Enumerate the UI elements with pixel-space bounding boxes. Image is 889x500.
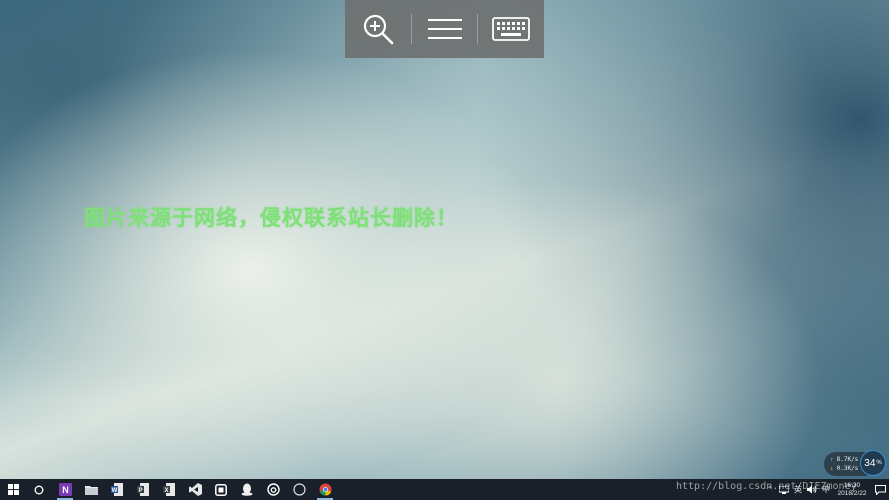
svg-text:W: W <box>112 488 118 494</box>
tray-ime-button[interactable]: 中 <box>819 479 833 500</box>
input-method-label: 英 <box>794 485 802 494</box>
taskbar-app[interactable] <box>208 479 234 500</box>
ime-icon: 中 <box>822 485 830 494</box>
taskbar: N W P X http://blog.csdn.net/DIEZmoney ⌃… <box>0 479 889 500</box>
download-speed: 0.3K/s <box>836 465 859 472</box>
taskbar-doc-2[interactable]: X <box>156 479 182 500</box>
tray-network-button[interactable] <box>777 479 791 500</box>
keyboard-icon <box>492 17 531 41</box>
windows-start-icon <box>7 484 19 495</box>
tray-volume-button[interactable] <box>805 479 819 500</box>
svg-text:P: P <box>138 488 142 494</box>
zoom-in-button[interactable] <box>345 0 411 58</box>
clock-date: 2018/2/22 <box>837 489 867 497</box>
memory-usage-percent: 34 <box>864 457 876 469</box>
top-toolbar <box>345 0 544 58</box>
taskbar-file-explorer[interactable] <box>78 479 104 500</box>
visual-studio-icon <box>188 483 202 496</box>
memory-usage-unit: % <box>876 460 882 466</box>
chevron-up-icon: ⌃ <box>766 485 774 494</box>
download-arrow-icon: ↓ <box>830 465 834 472</box>
upload-speed: 8.7K/s <box>836 456 859 463</box>
tray-expand-button[interactable]: ⌃ <box>763 479 777 500</box>
tray-input-method[interactable]: 英 <box>791 479 805 500</box>
qq-icon <box>241 483 253 496</box>
circle-app-icon <box>292 483 306 496</box>
download-speed-row: ↓ 0.3K/s <box>830 465 858 472</box>
taskbar-clock[interactable]: 16:30 2018/2/22 <box>833 482 871 498</box>
svg-text:N: N <box>62 485 69 495</box>
doc-icon-2: X <box>163 483 175 496</box>
doc-icon: P <box>137 483 149 496</box>
svg-text:X: X <box>164 488 168 494</box>
file-explorer-icon <box>84 486 98 495</box>
system-tray: ⌃ 英 中 16:30 2018/2/22 <box>763 479 889 500</box>
netease-music-icon <box>266 483 280 496</box>
taskbar-doc[interactable]: P <box>130 479 156 500</box>
cortana-search-button[interactable] <box>26 479 52 500</box>
network-speed-widget[interactable]: ↑ 8.7K/s ↓ 0.3K/s 34% <box>824 450 888 478</box>
taskbar-visual-studio[interactable] <box>182 479 208 500</box>
taskbar-netease-music[interactable] <box>260 479 286 500</box>
zoom-in-icon <box>363 14 394 45</box>
menu-icon <box>427 19 462 39</box>
clock-time: 16:30 <box>843 481 861 489</box>
desktop: 图片来源于网络，侵权联系站长删除！ ↑ 8.7K/s ↓ 0.3K/s 34% <box>0 0 889 500</box>
volume-icon <box>807 485 817 494</box>
network-icon <box>779 485 789 494</box>
chrome-icon <box>319 483 331 496</box>
cortana-search-icon <box>34 485 44 494</box>
keyboard-button[interactable] <box>478 0 544 58</box>
memory-usage-circle: 34% <box>860 450 886 476</box>
watermark-text: 图片来源于网络，侵权联系站长删除！ <box>84 206 458 230</box>
taskbar-qq[interactable] <box>234 479 260 500</box>
upload-speed-row: ↑ 8.7K/s <box>830 456 858 463</box>
notification-icon <box>874 484 886 495</box>
taskbar-circle-app[interactable] <box>286 479 312 500</box>
action-center-button[interactable] <box>871 479 889 500</box>
app-icon <box>215 483 227 496</box>
taskbar-onenote[interactable]: N <box>52 479 78 500</box>
menu-button[interactable] <box>412 0 478 58</box>
word-doc-icon: W <box>111 483 123 496</box>
taskbar-word[interactable]: W <box>104 479 130 500</box>
start-button[interactable] <box>0 479 26 500</box>
onenote-icon: N <box>58 483 72 496</box>
taskbar-chrome[interactable] <box>312 479 338 500</box>
upload-arrow-icon: ↑ <box>830 456 834 463</box>
